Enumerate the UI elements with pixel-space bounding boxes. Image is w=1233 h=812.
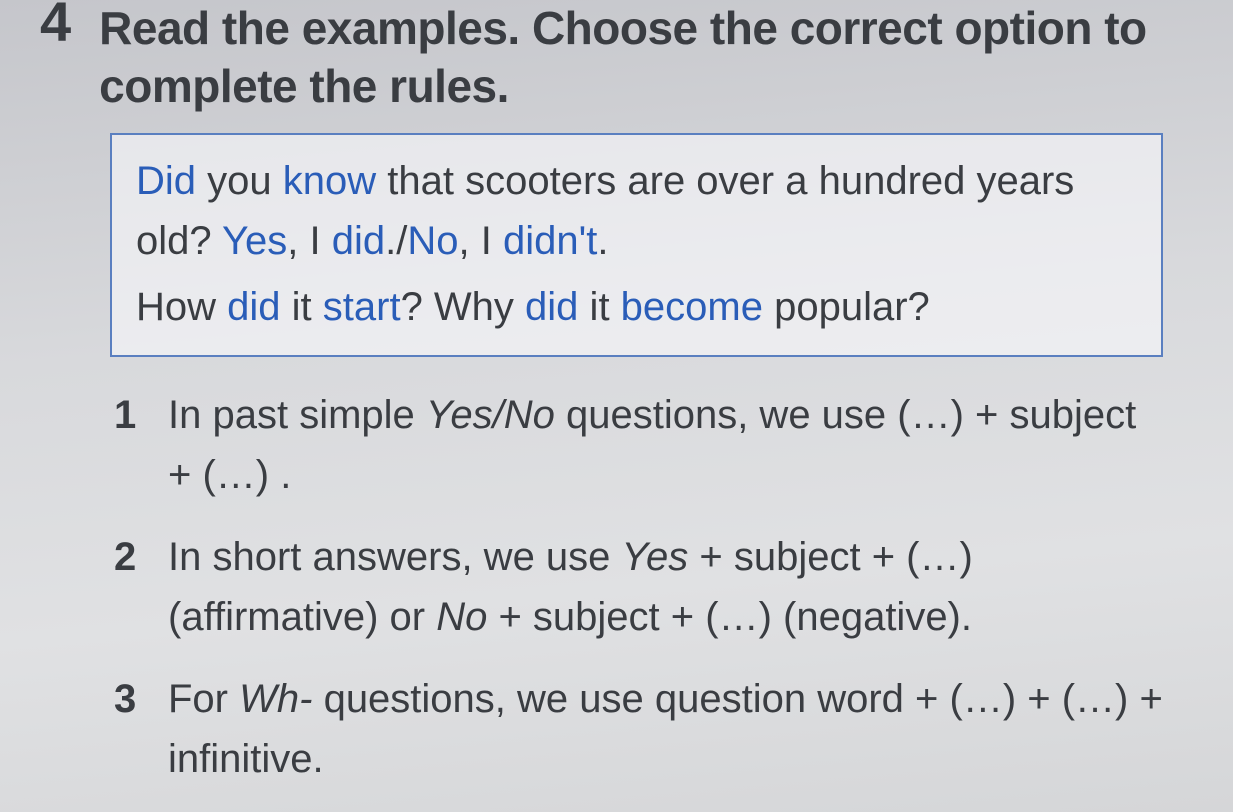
rules-list: 1 In past simple Yes/No questions, we us… [40,385,1193,789]
text: , I [287,219,331,263]
italic-yesno: Yes/No [426,393,555,437]
example-line-2: How did it start? Why did it become popu… [136,277,1137,337]
rule-text: In short answers, we use Yes + subject +… [168,527,1163,647]
example-line-1: Did you know that scooters are over a hu… [136,151,1137,271]
text: , I [459,219,503,263]
italic-yes: Yes [622,535,689,579]
word-start: start [323,285,401,329]
text: For [168,677,239,721]
example-box: Did you know that scooters are over a hu… [110,133,1163,357]
italic-no: No [436,595,487,639]
word-no: No [407,219,458,263]
italic-wh: Wh- [239,677,312,721]
word-yes: Yes [222,219,287,263]
rule-number: 1 [114,385,168,445]
rule-text: In past simple Yes/No questions, we use … [168,385,1163,505]
task-instruction: Read the examples. Choose the correct op… [99,0,1193,115]
text: it [281,285,323,329]
word-did4: did [525,285,578,329]
text: How [136,285,227,329]
word-did3: did [227,285,280,329]
text: it [578,285,620,329]
word-become: become [621,285,763,329]
rule-text: For Wh- questions, we use question word … [168,669,1163,789]
rule-number: 3 [114,669,168,729]
text: questions, we use question word + (…) + … [168,677,1163,781]
text: popular? [763,285,930,329]
text: ? Why [401,285,525,329]
word-did2: did [332,219,385,263]
text: you [196,159,283,203]
text: ./ [385,219,407,263]
text: . [597,219,608,263]
word-did: Did [136,159,196,203]
text: In past simple [168,393,426,437]
text: + subject + (…) (negative). [487,595,972,639]
word-didnt: didn't [503,219,597,263]
exercise-header: 4 Read the examples. Choose the correct … [40,0,1193,115]
rule-item-3: 3 For Wh- questions, we use question wor… [114,669,1163,789]
rule-item-1: 1 In past simple Yes/No questions, we us… [114,385,1163,505]
text: In short answers, we use [168,535,622,579]
word-know: know [283,159,376,203]
rule-number: 2 [114,527,168,587]
rule-item-2: 2 In short answers, we use Yes + subject… [114,527,1163,647]
task-number: 4 [40,0,71,50]
